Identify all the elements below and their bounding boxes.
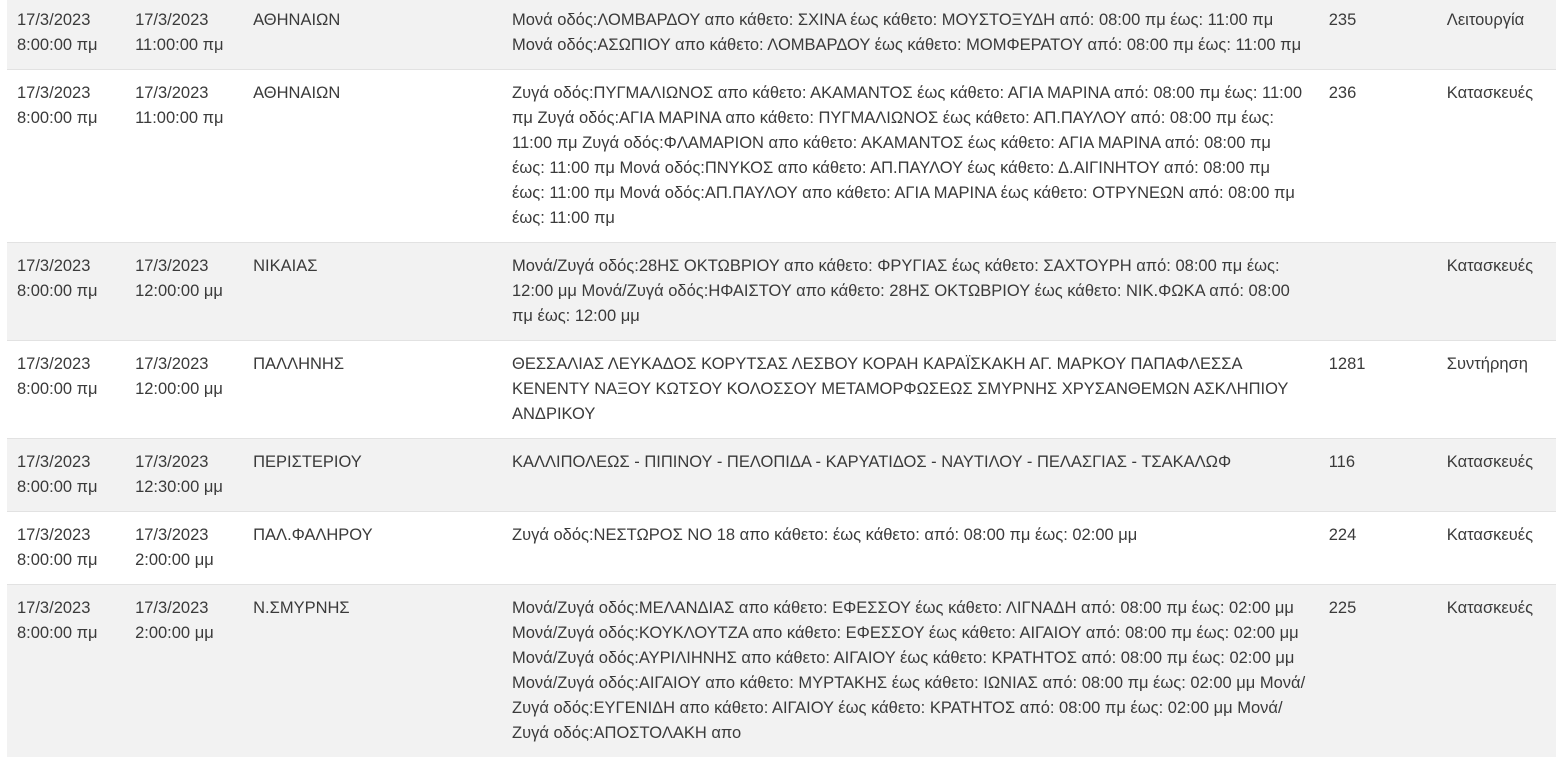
number-cell: 236 bbox=[1318, 69, 1437, 243]
description-cell: Ζυγά οδός:ΠΥΓΜΑΛΙΩΝΟΣ απο κάθετο: ΑΚΑΜΑΝ… bbox=[502, 69, 1319, 243]
description-cell: ΚΑΛΛΙΠΟΛΕΩΣ - ΠΙΠΙΝΟΥ - ΠΕΛΟΠΙΔΑ - ΚΑΡΥΑ… bbox=[502, 438, 1319, 512]
start-date: 17/3/2023 bbox=[17, 526, 91, 544]
end-date: 17/3/2023 bbox=[135, 453, 209, 471]
start-datetime-cell: 17/3/2023 8:00:00 πμ bbox=[7, 340, 126, 439]
table-row: 17/3/2023 8:00:00 πμ 17/3/2023 12:30:00 μμ… bbox=[7, 438, 1556, 512]
start-datetime-cell: 17/3/2023 8:00:00 πμ bbox=[7, 438, 126, 512]
end-date: 17/3/2023 bbox=[135, 526, 209, 544]
number-cell: 116 bbox=[1318, 438, 1437, 512]
description-cell: Ζυγά οδός:ΝΕΣΤΩΡΟΣ ΝΟ 18 απο κάθετο: έως… bbox=[502, 511, 1319, 585]
start-time: 8:00:00 πμ bbox=[17, 478, 98, 496]
type-cell: Συντήρηση bbox=[1436, 340, 1556, 439]
number-cell: 224 bbox=[1318, 511, 1437, 585]
end-datetime-cell: 17/3/2023 2:00:00 μμ bbox=[125, 511, 244, 585]
table-row: 17/3/2023 8:00:00 πμ 17/3/2023 11:00:00 πμ… bbox=[7, 0, 1556, 70]
description-cell: Μονά/Ζυγά οδός:28ΗΣ ΟΚΤΩΒΡΙΟΥ απο κάθετο… bbox=[502, 242, 1319, 341]
end-date: 17/3/2023 bbox=[135, 84, 209, 102]
start-datetime-cell: 17/3/2023 8:00:00 πμ bbox=[7, 511, 126, 585]
start-date: 17/3/2023 bbox=[17, 11, 91, 29]
description-cell: Μονά/Ζυγά οδός:ΜΕΛΑΝΔΙΑΣ απο κάθετο: ΕΦΕ… bbox=[502, 584, 1319, 757]
start-time: 8:00:00 πμ bbox=[17, 624, 98, 642]
start-date: 17/3/2023 bbox=[17, 599, 91, 617]
start-datetime-cell: 17/3/2023 8:00:00 πμ bbox=[7, 0, 126, 70]
end-datetime-cell: 17/3/2023 12:30:00 μμ bbox=[125, 438, 244, 512]
area-cell: ΑΘΗΝΑΙΩΝ bbox=[243, 69, 502, 243]
type-cell: Λειτουργία bbox=[1436, 0, 1556, 70]
start-time: 8:00:00 πμ bbox=[17, 380, 98, 398]
start-date: 17/3/2023 bbox=[17, 257, 91, 275]
table-row: 17/3/2023 8:00:00 πμ 17/3/2023 12:00:00 μμ… bbox=[7, 242, 1556, 341]
area-cell: ΑΘΗΝΑΙΩΝ bbox=[243, 0, 502, 70]
start-datetime-cell: 17/3/2023 8:00:00 πμ bbox=[7, 242, 126, 341]
area-cell: ΠΑΛ.ΦΑΛΗΡΟΥ bbox=[243, 511, 502, 585]
end-datetime-cell: 17/3/2023 2:00:00 μμ bbox=[125, 584, 244, 757]
type-cell: Κατασκευές bbox=[1436, 69, 1556, 243]
table-row: 17/3/2023 8:00:00 πμ 17/3/2023 11:00:00 πμ… bbox=[7, 69, 1556, 243]
start-time: 8:00:00 πμ bbox=[17, 109, 98, 127]
end-datetime-cell: 17/3/2023 12:00:00 μμ bbox=[125, 242, 244, 341]
start-time: 8:00:00 πμ bbox=[17, 551, 98, 569]
end-datetime-cell: 17/3/2023 11:00:00 πμ bbox=[125, 69, 244, 243]
table-row: 17/3/2023 8:00:00 πμ 17/3/2023 2:00:00 μμ … bbox=[7, 511, 1556, 585]
number-cell: 225 bbox=[1318, 584, 1437, 757]
end-datetime-cell: 17/3/2023 11:00:00 πμ bbox=[125, 0, 244, 70]
start-date: 17/3/2023 bbox=[17, 453, 91, 471]
area-cell: ΠΕΡΙΣΤΕΡΙΟΥ bbox=[243, 438, 502, 512]
description-cell: Μονά οδός:ΛΟΜΒΑΡΔΟΥ απο κάθετο: ΣΧΙΝΑ έω… bbox=[502, 0, 1319, 70]
type-cell: Κατασκευές bbox=[1436, 511, 1556, 585]
start-date: 17/3/2023 bbox=[17, 84, 91, 102]
table-row: 17/3/2023 8:00:00 πμ 17/3/2023 12:00:00 μμ… bbox=[7, 340, 1556, 439]
area-cell: ΠΑΛΛΗΝΗΣ bbox=[243, 340, 502, 439]
end-time: 12:00:00 μμ bbox=[135, 380, 223, 398]
end-time: 2:00:00 μμ bbox=[135, 551, 214, 569]
start-date: 17/3/2023 bbox=[17, 355, 91, 373]
start-datetime-cell: 17/3/2023 8:00:00 πμ bbox=[7, 584, 126, 757]
end-date: 17/3/2023 bbox=[135, 11, 209, 29]
end-time: 11:00:00 πμ bbox=[135, 36, 224, 54]
end-date: 17/3/2023 bbox=[135, 257, 209, 275]
type-cell: Κατασκευές bbox=[1436, 242, 1556, 341]
number-cell: 235 bbox=[1318, 0, 1437, 70]
end-date: 17/3/2023 bbox=[135, 599, 209, 617]
start-datetime-cell: 17/3/2023 8:00:00 πμ bbox=[7, 69, 126, 243]
number-cell bbox=[1318, 242, 1437, 341]
start-time: 8:00:00 πμ bbox=[17, 282, 98, 300]
end-time: 2:00:00 μμ bbox=[135, 624, 214, 642]
area-cell: Ν.ΣΜΥΡΝΗΣ bbox=[243, 584, 502, 757]
end-date: 17/3/2023 bbox=[135, 355, 209, 373]
end-time: 12:00:00 μμ bbox=[135, 282, 223, 300]
type-cell: Κατασκευές bbox=[1436, 438, 1556, 512]
end-time: 11:00:00 πμ bbox=[135, 109, 224, 127]
table-row: 17/3/2023 8:00:00 πμ 17/3/2023 2:00:00 μμ … bbox=[7, 584, 1556, 757]
end-time: 12:30:00 μμ bbox=[135, 478, 223, 496]
type-cell: Κατασκευές bbox=[1436, 584, 1556, 757]
description-cell: ΘΕΣΣΑΛΙΑΣ ΛΕΥΚΑΔΟΣ ΚΟΡΥΤΣΑΣ ΛΕΣΒΟΥ ΚΟΡΑΗ… bbox=[502, 340, 1319, 439]
outage-table: 17/3/2023 8:00:00 πμ 17/3/2023 11:00:00 πμ… bbox=[7, 0, 1556, 757]
outage-table-body: 17/3/2023 8:00:00 πμ 17/3/2023 11:00:00 πμ… bbox=[7, 0, 1556, 757]
end-datetime-cell: 17/3/2023 12:00:00 μμ bbox=[125, 340, 244, 439]
area-cell: ΝΙΚΑΙΑΣ bbox=[243, 242, 502, 341]
number-cell: 1281 bbox=[1318, 340, 1437, 439]
start-time: 8:00:00 πμ bbox=[17, 36, 98, 54]
